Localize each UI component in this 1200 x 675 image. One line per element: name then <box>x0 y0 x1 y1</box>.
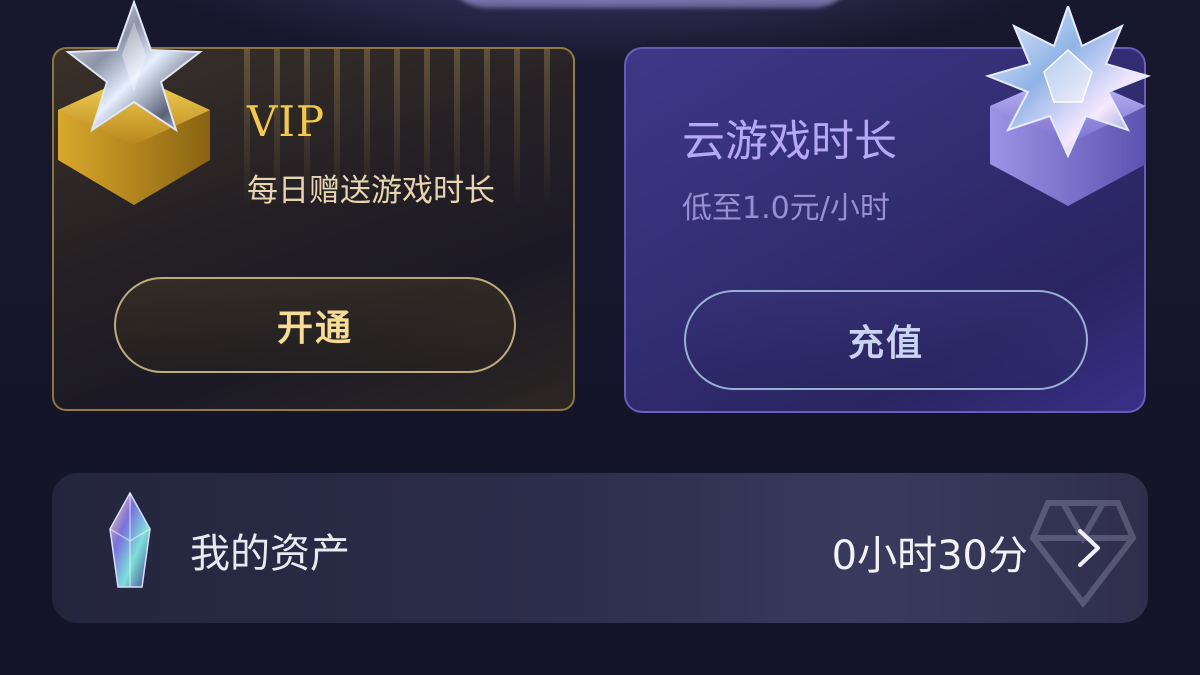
vip-title: VIP <box>247 97 326 146</box>
my-assets-label: 我的资产 <box>190 531 350 577</box>
star-badge-icon <box>58 0 210 205</box>
chevron-right-icon[interactable] <box>1068 525 1108 571</box>
cloud-game-screen: VIP 每日赠送游戏时长 开通 云游戏时长 低至1.0元/小时 充值 我的资产 … <box>0 0 1200 675</box>
my-assets-row[interactable]: 我的资产 0小时30分 <box>52 473 1148 623</box>
vip-open-button[interactable]: 开通 <box>114 277 516 373</box>
recharge-button[interactable]: 充值 <box>684 290 1088 390</box>
crystal-badge-icon <box>984 6 1152 206</box>
vip-subtitle: 每日赠送游戏时长 <box>247 173 495 209</box>
cloud-game-price: 低至1.0元/小时 <box>682 191 890 226</box>
gem-icon <box>109 491 151 588</box>
cloud-game-title: 云游戏时长 <box>682 117 897 167</box>
top-glow-decoration <box>440 0 860 8</box>
my-assets-value: 0小时30分 <box>831 533 1028 579</box>
